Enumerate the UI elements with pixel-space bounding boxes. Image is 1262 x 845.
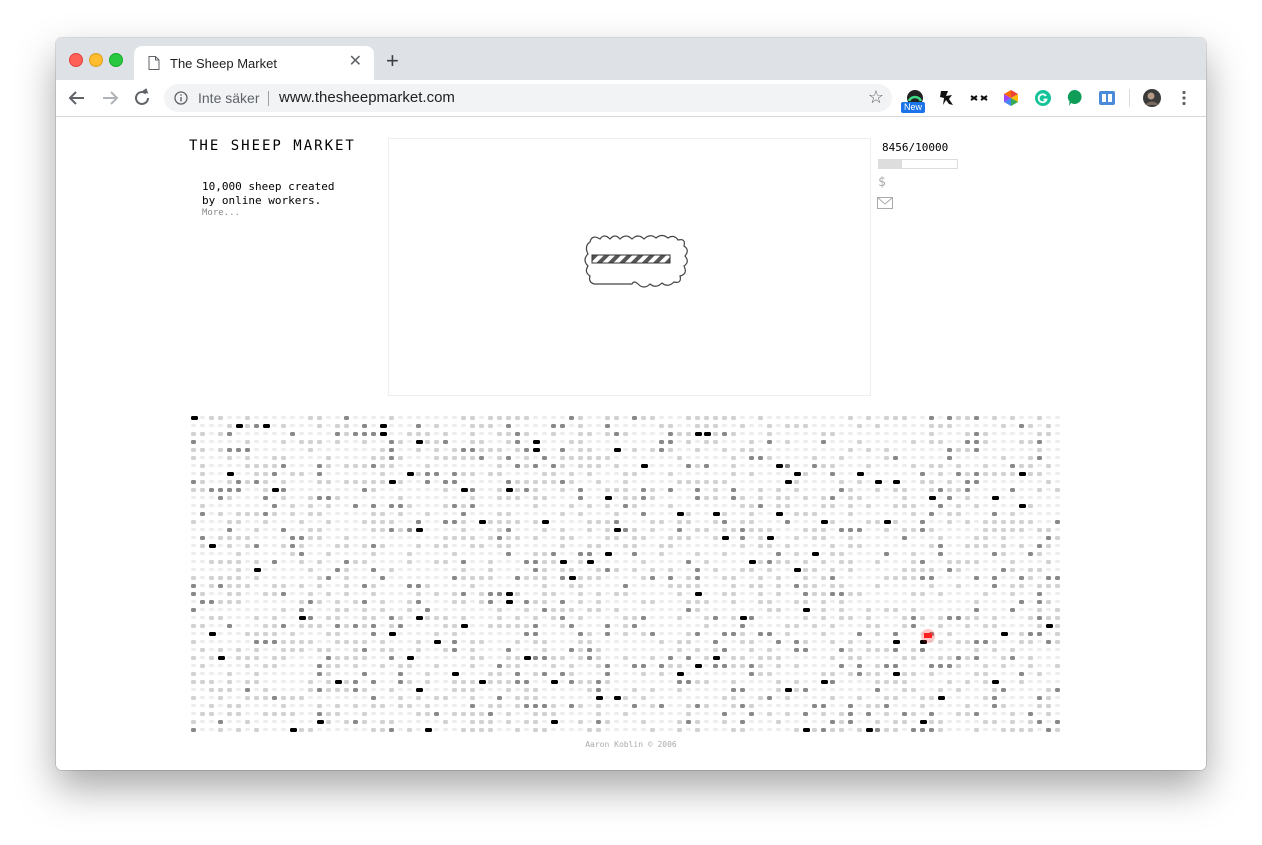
progress-fill (879, 160, 903, 168)
sheep-grid[interactable] (190, 414, 1064, 734)
more-link[interactable]: More... (202, 208, 240, 218)
sheep-counter: 8456/10000 (882, 141, 949, 154)
minimize-window-button[interactable] (89, 53, 103, 67)
reload-icon[interactable] (130, 86, 154, 110)
page-content: THE SHEEP MARKET 10,000 sheep created by… (56, 117, 1206, 770)
mail-icon[interactable] (877, 197, 893, 209)
eyes-extension-icon[interactable] (969, 88, 989, 108)
url-text[interactable]: www.thesheepmarket.com (279, 89, 455, 106)
address-separator (268, 91, 269, 106)
tagline: 10,000 sheep created by online workers. (202, 180, 335, 207)
footer-credit: Aaron Koblin © 2006 (585, 740, 677, 749)
toolbar-divider (1129, 89, 1130, 107)
site-title: THE SHEEP MARKET (189, 138, 356, 154)
tab-the-sheep-market[interactable]: The Sheep Market ✕ (134, 46, 374, 80)
back-arrow-icon[interactable] (65, 86, 89, 110)
avatar[interactable] (1142, 88, 1162, 108)
maximize-window-button[interactable] (109, 53, 123, 67)
close-window-button[interactable] (69, 53, 83, 67)
tab-strip: The Sheep Market ✕ + (56, 38, 1206, 80)
browser-toolbar: Inte säker www.thesheepmarket.com ☆ New (56, 80, 1206, 117)
tab-title: The Sheep Market (170, 56, 277, 71)
bookmark-star-icon[interactable]: ☆ (868, 88, 884, 106)
browser-window: The Sheep Market ✕ + Inte säker www.thes… (56, 38, 1206, 770)
sheep-viewer[interactable] (388, 138, 871, 396)
progress-bar (878, 159, 958, 169)
close-tab-icon[interactable]: ✕ (349, 53, 362, 71)
security-label: Inte säker (198, 90, 260, 106)
color-picker-extension-icon[interactable] (1001, 88, 1021, 108)
document-icon (148, 56, 160, 70)
info-icon[interactable] (174, 91, 188, 105)
new-badge: New (901, 102, 926, 113)
reader-extension-icon[interactable] (1097, 88, 1117, 108)
menu-dots-icon[interactable] (1174, 88, 1194, 108)
grammarly-extension-icon[interactable] (1033, 88, 1053, 108)
forward-arrow-icon[interactable] (98, 86, 122, 110)
ninja-extension-icon[interactable] (937, 88, 957, 108)
dollar-icon[interactable]: $ (878, 175, 886, 190)
new-tab-button[interactable]: + (386, 50, 399, 72)
chat-bubble-extension-icon[interactable] (1065, 88, 1085, 108)
highlighted-sheep[interactable] (924, 633, 932, 638)
loading-sheep-icon (584, 234, 688, 288)
address-bar[interactable]: Inte säker www.thesheepmarket.com ☆ (164, 84, 892, 112)
